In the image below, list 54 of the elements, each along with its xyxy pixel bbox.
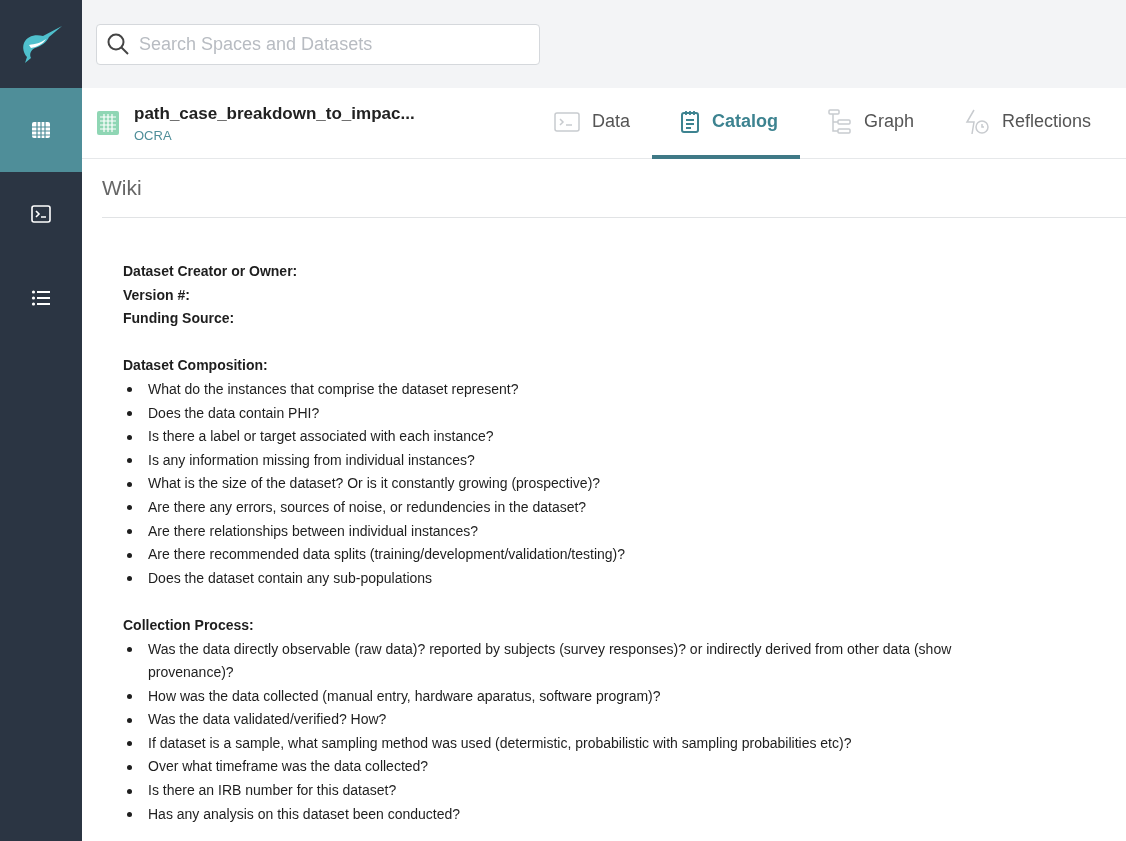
list-item-text: What is the size of the dataset? Or is it constantly growing (prospective)? [148,474,601,494]
list-item-text: Are there relationships between individual instances? [148,521,478,541]
bullet-icon [127,529,132,535]
list-item-text: Are there any errors, sources of noise, or redundencies in the dataset? [148,497,587,517]
list-icon [31,289,51,307]
bullet-icon [127,717,132,723]
list-item-text: Does the dataset contain any sub-populations [148,568,433,588]
hierarchy-icon [828,108,853,135]
list-item-text: Does the data contain PHI? [148,403,320,423]
tab[interactable]: Data [526,88,653,159]
field-label: Dataset Creator or Owner: [123,262,299,281]
bullet-icon [127,764,132,770]
bullet-icon [127,647,132,652]
list-item-text: Was the data directly observable (raw data)? reported by subjects (survey responses)? or indirectly derived from other data (show provenance)? [148,639,952,683]
search-field[interactable]: Search Spaces and Datasets [96,23,540,65]
bullet-icon [127,505,132,511]
list-item-text: Are there recommended data splits (training/development/validation/testing)? [148,545,626,565]
terminal-icon [554,110,580,133]
list-item-text: Is there an IRB number for this dataset? [148,781,397,801]
space-name[interactable]: OCRA [134,127,415,143]
section-heading: Dataset Composition: [123,356,269,376]
bullet-icon [127,788,132,794]
dataset-name: path_case_breakdown_to_impac... [134,103,415,124]
list-item-text: Is there a label or target associated with each instance? [148,427,494,447]
bullet-icon [127,434,132,440]
bullet-icon [127,411,132,417]
bullet-icon [127,481,132,487]
list-item-text: What do the instances that comprise the dataset represent? [148,379,519,399]
tab[interactable]: Catalog [652,88,801,159]
list-item-text: Over what timeframe was the data collected? [148,757,429,777]
table-icon [31,121,51,139]
list-item-text: Is any information missing from individual instances? [148,450,475,470]
bullet-icon [127,387,132,393]
list-item-text: Has any analysis on this dataset been conducted? [148,804,461,824]
section-heading: Collection Process: [123,615,255,635]
search-icon [106,31,130,56]
bullet-icon [127,576,132,582]
field-label: Version #: [123,285,191,305]
bullet-icon [127,741,132,747]
bullet-icon [127,812,132,818]
bullet-icon [127,694,132,700]
terminal-icon [31,205,51,223]
wiki-heading: Wiki [102,159,1126,218]
notepad-icon [680,109,701,134]
list-item-text: If dataset is a sample, what sampling method was used (determistic, probabilistic with sampling probabilities etc)? [148,733,852,753]
bullet-icon [127,458,132,464]
bullet-icon [127,552,132,558]
bolt-clock-icon [964,108,991,135]
table-icon [96,110,120,136]
tab[interactable]: Graph [800,88,937,159]
list-item-text: How was the data collected (manual entry, hardware aparatus, software program)? [148,686,661,706]
list-item-text: Was the data validated/verified? How? [148,710,387,730]
field-label: Funding Source: [123,309,236,329]
tab[interactable]: Reflections [936,88,1114,159]
